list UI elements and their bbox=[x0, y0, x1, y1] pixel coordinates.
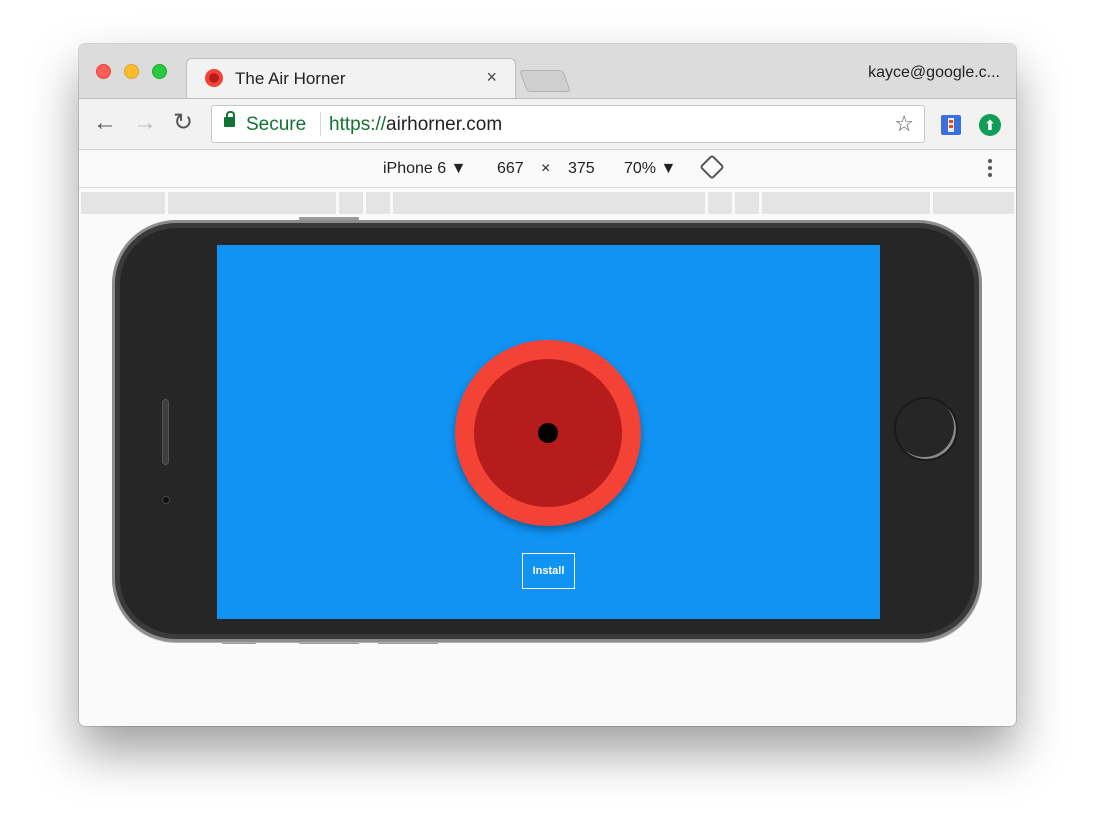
media-query-segment[interactable] bbox=[708, 192, 732, 214]
viewport-height-input[interactable]: 375 bbox=[568, 160, 595, 178]
profile-name[interactable]: kayce@google.c... bbox=[868, 64, 1000, 82]
media-query-segment[interactable] bbox=[762, 192, 930, 214]
media-query-segment[interactable] bbox=[339, 192, 363, 214]
media-query-bar bbox=[81, 192, 1014, 214]
media-query-segment[interactable] bbox=[168, 192, 336, 214]
air-horn-inner-ring bbox=[474, 359, 622, 507]
dimension-times: × bbox=[541, 160, 551, 177]
url-scheme: https:// bbox=[329, 114, 387, 135]
zoom-select[interactable]: 70% ▼ bbox=[624, 160, 676, 178]
omnibox-separator bbox=[320, 112, 321, 136]
browser-toolbar: ← → ↻ Secure https://airhorner.com ☆ ⬆ bbox=[79, 98, 1016, 150]
phone-camera bbox=[162, 496, 170, 504]
air-horn-center-dot bbox=[538, 423, 558, 443]
bookmark-star-icon[interactable]: ☆ bbox=[894, 111, 914, 137]
browser-window: The Air Horner × kayce@google.c... ← → ↻… bbox=[79, 44, 1016, 726]
device-toolbar: iPhone 6 ▼ 667 × 375 70% ▼ bbox=[79, 150, 1016, 188]
device-viewport: Install bbox=[217, 245, 880, 619]
media-query-segment[interactable] bbox=[933, 192, 1014, 214]
tab-air-horner[interactable]: The Air Horner × bbox=[186, 58, 516, 98]
url-host: airhorner.com bbox=[386, 114, 503, 135]
air-horner-favicon-icon bbox=[205, 69, 223, 87]
phone-speaker bbox=[162, 399, 169, 465]
tab-title: The Air Horner bbox=[235, 69, 346, 88]
rotate-icon[interactable] bbox=[699, 154, 725, 180]
url-text[interactable]: https://airhorner.com bbox=[329, 114, 502, 136]
media-query-segment[interactable] bbox=[81, 192, 165, 214]
lock-icon bbox=[224, 111, 235, 127]
close-window-button[interactable] bbox=[96, 64, 111, 79]
extension-lighthouse-icon[interactable] bbox=[941, 115, 961, 135]
forward-arrow-icon[interactable]: → bbox=[133, 111, 157, 135]
new-tab-button[interactable] bbox=[518, 70, 572, 92]
phone-home-button bbox=[894, 397, 958, 461]
address-bar[interactable]: Secure https://airhorner.com ☆ bbox=[211, 105, 925, 143]
back-arrow-icon[interactable]: ← bbox=[93, 111, 117, 135]
viewport-width-input[interactable]: 667 bbox=[497, 160, 524, 178]
reload-icon[interactable]: ↻ bbox=[173, 111, 193, 135]
tab-close-icon[interactable]: × bbox=[486, 67, 497, 88]
media-query-segment[interactable] bbox=[735, 192, 759, 214]
minimize-window-button[interactable] bbox=[124, 64, 139, 79]
media-query-segment[interactable] bbox=[366, 192, 390, 214]
media-query-segment[interactable] bbox=[393, 192, 705, 214]
title-bar: The Air Horner × kayce@google.c... bbox=[79, 44, 1016, 98]
more-options-icon[interactable] bbox=[988, 159, 992, 180]
air-horn-button[interactable] bbox=[455, 340, 641, 526]
device-select[interactable]: iPhone 6 ▼ bbox=[383, 160, 466, 178]
secure-label[interactable]: Secure bbox=[246, 114, 306, 136]
extension-upload-icon[interactable]: ⬆ bbox=[979, 114, 1001, 136]
maximize-window-button[interactable] bbox=[152, 64, 167, 79]
install-button[interactable]: Install bbox=[522, 553, 575, 589]
